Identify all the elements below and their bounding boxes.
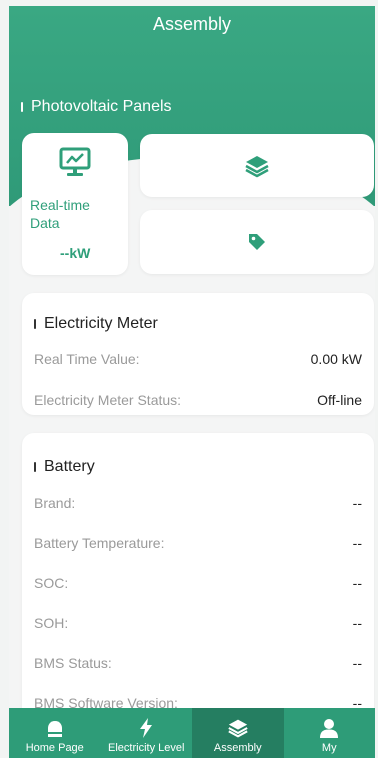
meter-row: Real Time Value: 0.00 kW xyxy=(34,351,362,367)
meter-row: Electricity Meter Status: Off-line xyxy=(34,392,362,408)
battery-row: SOC: -- xyxy=(34,575,362,591)
row-label: Battery Temperature: xyxy=(34,535,165,551)
battery-row: Brand: -- xyxy=(34,495,362,511)
layers-icon xyxy=(245,155,269,177)
user-icon xyxy=(320,719,339,738)
battery-card: Battery Brand: -- Battery Temperature: -… xyxy=(22,433,374,723)
realtime-data-value: --kW xyxy=(60,245,91,261)
pv-section-label: Photovoltaic Panels xyxy=(31,98,172,115)
row-value: -- xyxy=(352,535,362,551)
row-label: Brand: xyxy=(34,495,76,511)
row-value: Off-line xyxy=(317,392,362,408)
title-marker xyxy=(34,319,36,329)
nav-label: Assembly xyxy=(213,742,262,754)
row-label: Electricity Meter Status: xyxy=(34,392,182,408)
bottom-nav: Home Page Electricity Level Assembly My xyxy=(9,708,375,758)
bolt-icon xyxy=(140,718,153,738)
nav-label: Electricity Level xyxy=(108,742,185,754)
row-label: Real Time Value: xyxy=(34,351,140,367)
nav-item-my[interactable]: My xyxy=(284,708,376,758)
page-title: Assembly xyxy=(152,14,232,34)
pv-section-title: Photovoltaic Panels xyxy=(21,98,172,116)
nav-label: Home Page xyxy=(25,742,84,754)
nav-label: My xyxy=(321,742,337,754)
row-value: 0.00 kW xyxy=(310,351,362,367)
tag-card[interactable] xyxy=(140,210,374,274)
monitor-chart-icon xyxy=(59,147,91,176)
row-value: -- xyxy=(352,655,362,671)
title-marker xyxy=(21,102,23,112)
electricity-meter-card: Electricity Meter Real Time Value: 0.00 … xyxy=(22,293,374,415)
nav-item-assembly[interactable]: Assembly xyxy=(192,708,284,758)
row-label: BMS Status: xyxy=(34,655,112,671)
nav-item-home[interactable]: Home Page xyxy=(9,708,101,758)
battery-row: Battery Temperature: -- xyxy=(34,535,362,551)
row-value: -- xyxy=(352,495,362,511)
row-label: SOC: xyxy=(34,575,69,591)
battery-row: SOH: -- xyxy=(34,615,362,631)
realtime-data-card[interactable]: Real-time Data --kW xyxy=(22,133,128,275)
layers-icon xyxy=(228,719,248,738)
meter-section-title: Electricity Meter xyxy=(34,315,158,333)
battery-section-title: Battery xyxy=(34,458,95,476)
row-label: SOH: xyxy=(34,615,69,631)
meter-title: Electricity Meter xyxy=(44,315,158,332)
row-value: -- xyxy=(352,575,362,591)
row-value: -- xyxy=(352,615,362,631)
realtime-data-label: Real-time Data xyxy=(30,197,90,231)
app-screen: Assembly Photovoltaic Panels Real-time D… xyxy=(9,6,375,758)
title-marker xyxy=(34,462,36,472)
tag-icon xyxy=(249,234,265,250)
battery-title: Battery xyxy=(44,458,95,475)
layers-card[interactable] xyxy=(140,134,374,197)
home-icon xyxy=(47,721,62,737)
battery-row: BMS Status: -- xyxy=(34,655,362,671)
nav-item-electricity-level[interactable]: Electricity Level xyxy=(101,708,193,758)
